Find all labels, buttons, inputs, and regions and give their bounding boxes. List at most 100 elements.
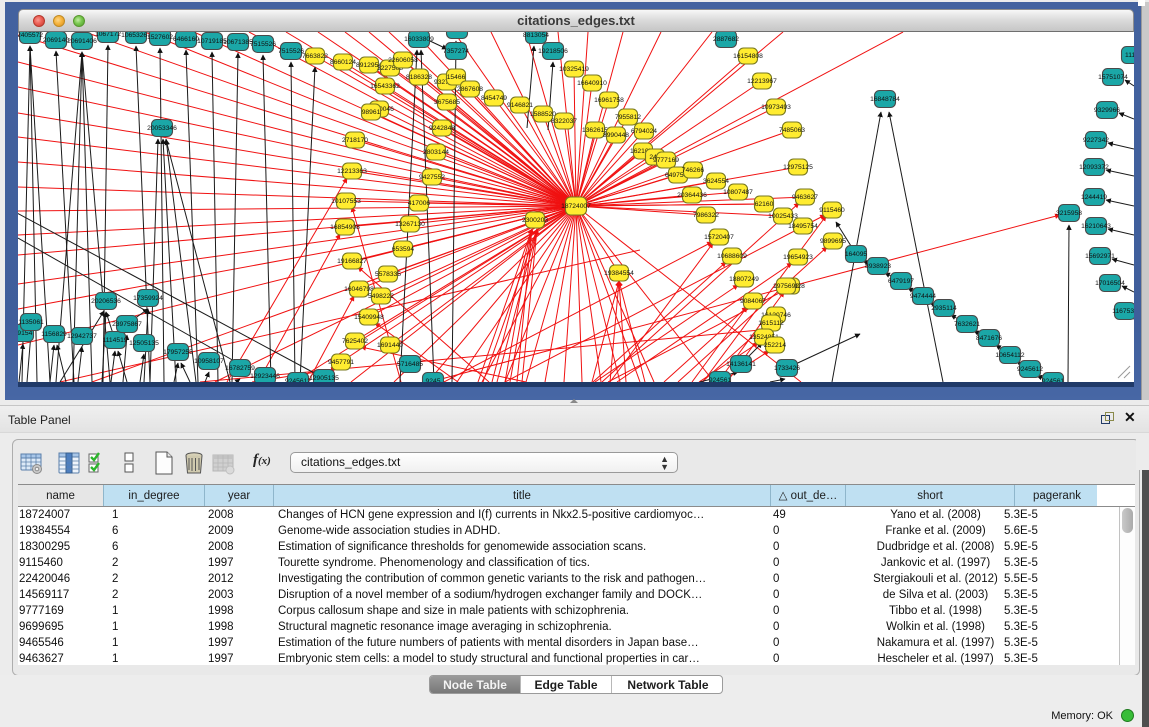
svg-text:18495754: 18495754 (788, 223, 818, 230)
svg-text:19218506: 19218506 (538, 48, 568, 55)
svg-text:9227342: 9227342 (1083, 137, 1109, 144)
svg-text:9899695: 9899695 (820, 238, 846, 245)
svg-text:1067172: 1067172 (95, 32, 121, 38)
svg-text:10807487: 10807487 (723, 189, 753, 196)
svg-text:12213967: 12213967 (747, 78, 777, 85)
svg-text:5498222: 5498222 (368, 293, 394, 300)
svg-text:9084067: 9084067 (740, 298, 766, 305)
svg-text:9115460: 9115460 (819, 207, 845, 214)
svg-text:12213363: 12213363 (337, 168, 367, 175)
svg-text:3675685: 3675685 (434, 99, 460, 106)
svg-text:18724007: 18724007 (561, 203, 591, 210)
svg-text:2867608: 2867608 (457, 86, 483, 93)
svg-text:16961758: 16961758 (594, 97, 624, 104)
svg-text:7357274: 7357274 (443, 48, 469, 55)
svg-text:16154808: 16154808 (733, 53, 763, 60)
svg-text:15720407: 15720407 (704, 234, 734, 241)
svg-text:15409948: 15409948 (354, 314, 384, 321)
svg-text:16543362: 16543362 (370, 83, 400, 90)
svg-text:9457791: 9457791 (328, 359, 354, 366)
svg-text:9777169: 9777169 (653, 157, 679, 164)
svg-text:8912954: 8912954 (444, 32, 470, 34)
svg-text:13267130: 13267130 (395, 221, 425, 228)
svg-text:62160: 62160 (755, 201, 774, 208)
svg-text:10671385: 10671385 (223, 39, 253, 46)
svg-text:16782759: 16782759 (225, 365, 255, 372)
svg-text:2069140: 2069140 (43, 37, 69, 44)
svg-text:20691406: 20691406 (67, 38, 97, 45)
svg-text:8813054: 8813054 (523, 32, 549, 39)
svg-text:1244419: 1244419 (1081, 194, 1107, 201)
svg-text:7515526: 7515526 (278, 48, 304, 55)
svg-text:10654112: 10654112 (995, 352, 1025, 359)
svg-text:10688609: 10688609 (717, 253, 747, 260)
svg-text:12905135: 12905135 (309, 375, 339, 382)
svg-text:3215958: 3215958 (1056, 210, 1082, 217)
svg-text:6466160: 6466160 (173, 36, 199, 43)
svg-text:9146821: 9146821 (507, 102, 533, 109)
svg-text:1117: 1117 (1125, 52, 1134, 59)
svg-text:16033809: 16033809 (404, 36, 434, 43)
svg-text:3624554: 3624554 (703, 178, 729, 185)
svg-text:10025433: 10025433 (768, 213, 798, 220)
svg-text:1588520: 1588520 (530, 111, 556, 118)
svg-text:12505135: 12505135 (129, 340, 159, 347)
svg-text:2935114: 2935114 (931, 305, 957, 312)
svg-text:8186328: 8186328 (406, 74, 432, 81)
svg-text:6479197: 6479197 (888, 278, 914, 285)
svg-text:8990448: 8990448 (603, 132, 629, 139)
svg-text:1615112: 1615112 (758, 320, 784, 327)
svg-text:15751074: 15751074 (1098, 74, 1128, 81)
svg-text:19654923: 19654923 (783, 254, 813, 261)
svg-text:20053346: 20053346 (147, 125, 177, 132)
svg-text:5578335: 5578335 (375, 271, 401, 278)
svg-text:20206536: 20206536 (91, 298, 121, 305)
svg-text:8938923: 8938923 (865, 263, 891, 270)
svg-text:7485063: 7485063 (779, 127, 805, 134)
svg-text:1691440: 1691440 (377, 342, 403, 349)
svg-text:1114519: 1114519 (102, 337, 127, 344)
svg-text:2803144: 2803144 (423, 149, 449, 156)
svg-text:653594: 653594 (392, 246, 415, 253)
svg-text:9329966: 9329966 (1094, 107, 1120, 114)
svg-text:164095: 164095 (845, 251, 868, 258)
svg-text:1135061: 1135061 (18, 319, 44, 326)
svg-text:7632621: 7632621 (954, 321, 980, 328)
svg-text:22606058: 22606058 (388, 57, 418, 64)
svg-text:7955812: 7955812 (615, 114, 641, 121)
svg-text:9427552: 9427552 (419, 174, 445, 181)
svg-text:252214: 252214 (764, 342, 787, 349)
svg-text:1167534: 1167534 (1112, 308, 1134, 315)
svg-text:9242848: 9242848 (429, 125, 455, 132)
svg-text:16210643: 16210643 (1081, 223, 1111, 230)
svg-text:12975125: 12975125 (783, 164, 813, 171)
svg-text:15466: 15466 (447, 74, 466, 81)
svg-text:7515526: 7515526 (250, 41, 276, 48)
svg-text:12942737: 12942737 (67, 333, 97, 340)
svg-text:1156829: 1156829 (41, 331, 67, 338)
svg-text:8322037: 8322037 (551, 118, 577, 125)
svg-text:10958107: 10958107 (194, 358, 224, 365)
svg-text:19166827: 19166827 (337, 258, 367, 265)
svg-text:16848784: 16848784 (870, 96, 900, 103)
svg-text:1733426: 1733426 (774, 365, 800, 372)
svg-text:2405572: 2405572 (18, 32, 43, 39)
svg-text:1527602: 1527602 (147, 34, 173, 41)
svg-text:7986322: 7986322 (693, 212, 719, 219)
svg-text:14136141: 14136141 (726, 361, 756, 368)
svg-text:10325419: 10325419 (559, 66, 589, 73)
svg-text:2300203: 2300203 (522, 217, 548, 224)
svg-text:746266: 746266 (682, 167, 705, 174)
svg-text:7663822: 7663822 (302, 53, 328, 60)
svg-text:39154: 39154 (18, 330, 33, 337)
svg-text:15692971: 15692971 (1085, 253, 1115, 260)
svg-text:23975867: 23975867 (112, 321, 142, 328)
svg-text:9474444: 9474444 (910, 293, 936, 300)
svg-text:12923446: 12923446 (250, 373, 280, 380)
svg-text:16854908: 16854908 (330, 224, 360, 231)
svg-text:10107553: 10107553 (331, 198, 361, 205)
svg-text:16640910: 16640910 (577, 80, 607, 87)
svg-text:8660124: 8660124 (330, 59, 356, 66)
svg-text:7625402: 7625402 (342, 338, 368, 345)
svg-text:2718170: 2718170 (342, 137, 368, 144)
